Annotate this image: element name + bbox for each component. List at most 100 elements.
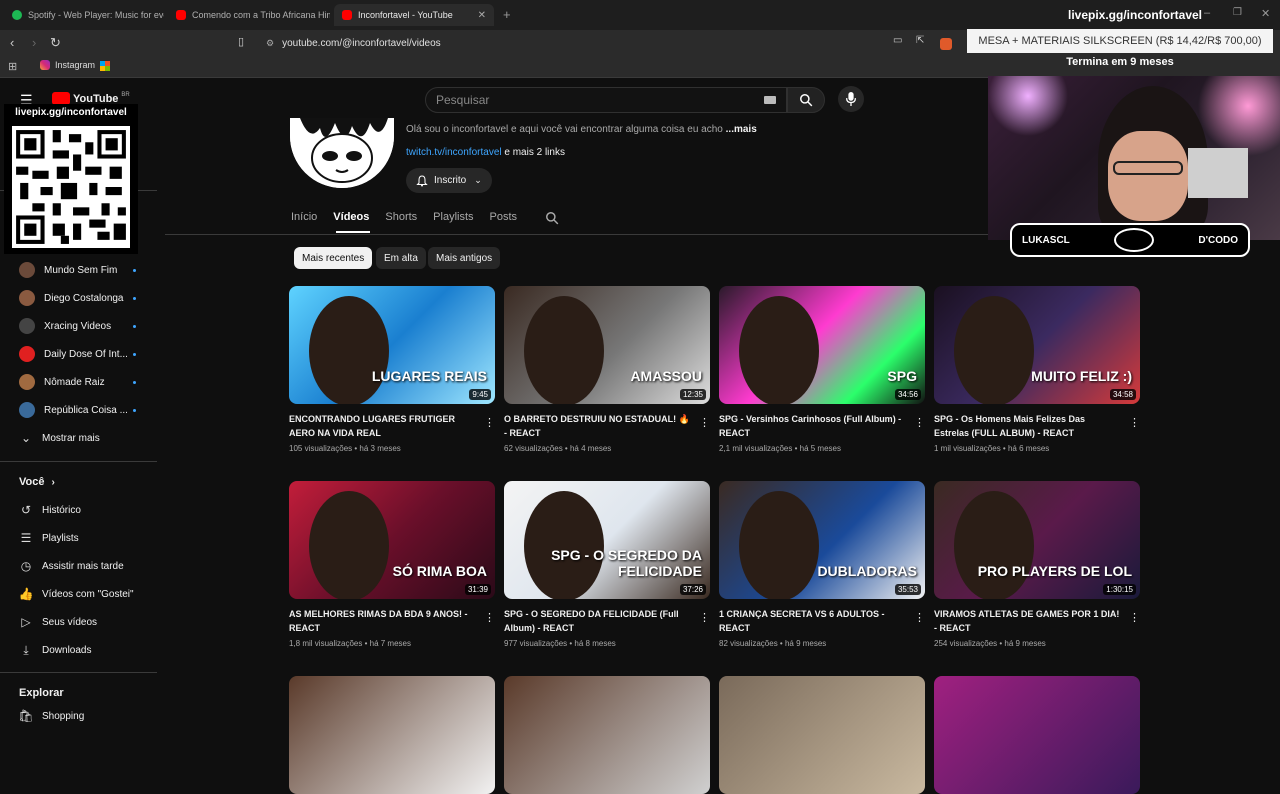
tab-label: Inconfortavel - YouTube	[358, 10, 453, 20]
twitch-link[interactable]: twitch.tv/inconfortavel	[406, 147, 502, 158]
share-icon[interactable]: ⇱	[916, 35, 924, 46]
you-section-header[interactable]: Você ›	[19, 476, 55, 488]
video-title[interactable]: SPG - Os Homens Mais Felizes Das Estrela…	[934, 412, 1120, 440]
video-card[interactable]: SÓ RIMA BOA 31:39 AS MELHORES RIMAS DA B…	[289, 481, 495, 648]
bookmark-icon[interactable]: ▯	[238, 35, 244, 48]
site-info-icon[interactable]: ⚙	[266, 38, 274, 49]
back-icon[interactable]: ‹	[10, 35, 14, 50]
tab-inicio[interactable]: Início	[291, 211, 317, 223]
channel-description[interactable]: Olá sou o inconfortavel e aqui você vai …	[406, 124, 757, 135]
sidebar-subscription-item[interactable]: República Coisa ...	[19, 400, 139, 420]
video-title[interactable]: O BARRETO DESTRUIU NO ESTADUAL! 🔥 - REAC…	[504, 412, 690, 440]
more-options-icon[interactable]: ⋮	[699, 416, 710, 429]
video-thumbnail[interactable]	[289, 676, 495, 794]
video-thumbnail[interactable]: DUBLADORAS 35:53	[719, 481, 925, 599]
more-options-icon[interactable]: ⋮	[484, 611, 495, 624]
video-thumbnail[interactable]	[504, 676, 710, 794]
video-card[interactable]: SPG - O SEGREDO DA FELICIDADE 37:26 SPG …	[504, 481, 710, 648]
chip-em-alta[interactable]: Em alta	[376, 247, 426, 269]
more-options-icon[interactable]: ⋮	[914, 611, 925, 624]
channel-avatar	[19, 402, 35, 418]
sidebar-item[interactable]: ⤓ Downloads	[19, 640, 139, 660]
video-thumbnail[interactable]	[934, 676, 1140, 794]
browser-tab-inconfortavel[interactable]: Inconfortavel - YouTube ✕	[334, 4, 494, 26]
subscribed-button[interactable]: Inscrito ⌄	[406, 168, 492, 193]
more-links[interactable]: e mais 2 links	[504, 147, 565, 158]
new-tab-icon[interactable]: +	[503, 7, 511, 22]
cast-icon[interactable]: ▭	[893, 35, 902, 46]
close-tab-icon[interactable]: ✕	[478, 10, 486, 21]
video-title[interactable]: SPG - O SEGREDO DA FELICIDADE (Full Albu…	[504, 607, 690, 635]
video-card[interactable]: MUITO FELIZ :) 34:58 SPG - Os Homens Mai…	[934, 286, 1140, 453]
show-more-button[interactable]: ⌄ Mostrar mais	[19, 428, 139, 448]
video-card[interactable]: AMASSOU 12:35 O BARRETO DESTRUIU NO ESTA…	[504, 286, 710, 453]
sidebar-subscription-item[interactable]: Diego Costalonga	[19, 288, 139, 308]
video-thumbnail[interactable]: SÓ RIMA BOA 31:39	[289, 481, 495, 599]
apps-grid-icon[interactable]: ⊞	[8, 60, 17, 73]
video-thumbnail[interactable]: SPG - O SEGREDO DA FELICIDADE 37:26	[504, 481, 710, 599]
video-card[interactable]: LUGARES REAIS 9:45 ENCONTRANDO LUGARES F…	[289, 286, 495, 453]
more-options-icon[interactable]: ⋮	[1129, 416, 1140, 429]
logo-text: YouTube	[73, 92, 119, 105]
browser-tab-spotify[interactable]: Spotify - Web Player: Music for every	[4, 4, 164, 26]
tab-shorts[interactable]: Shorts	[385, 211, 417, 223]
sidebar-subscription-item[interactable]: Daily Dose Of Int...	[19, 344, 139, 364]
browser-tab-tribo[interactable]: Comendo com a Tribo Africana Himb	[168, 4, 330, 26]
chip-mais-recentes[interactable]: Mais recentes	[294, 247, 373, 269]
video-card[interactable]: PRO PLAYERS DE LOL 1:30:15 VIRAMOS ATLET…	[934, 481, 1140, 648]
video-title[interactable]: AS MELHORES RIMAS DA BDA 9 ANOS! - REACT	[289, 607, 475, 635]
chip-mais-antigos[interactable]: Mais antigos	[428, 247, 501, 269]
sidebar-subscription-item[interactable]: Mundo Sem Fim	[19, 260, 139, 280]
video-card[interactable]	[934, 676, 1140, 794]
more-options-icon[interactable]: ⋮	[1129, 611, 1140, 624]
search-input[interactable]: Pesquisar	[425, 87, 787, 113]
video-card[interactable]: SPG 34:56 SPG - Versinhos Carinhosos (Fu…	[719, 286, 925, 453]
video-duration: 31:39	[464, 584, 491, 595]
reload-icon[interactable]: ↻	[50, 35, 61, 51]
channel-avatar[interactable]	[290, 118, 394, 188]
channel-search-icon[interactable]	[545, 211, 559, 225]
video-thumbnail[interactable]: SPG 34:56	[719, 286, 925, 404]
video-thumbnail[interactable]	[719, 676, 925, 794]
tab-playlists[interactable]: Playlists	[433, 211, 473, 223]
sidebar-subscription-item[interactable]: Xracing Videos	[19, 316, 139, 336]
sidebar-item-shopping[interactable]: 🛍 Shopping	[18, 706, 139, 726]
forward-icon[interactable]: ›	[32, 35, 36, 50]
more-options-icon[interactable]: ⋮	[699, 611, 710, 624]
video-thumbnail[interactable]: MUITO FELIZ :) 34:58	[934, 286, 1140, 404]
video-title[interactable]: ENCONTRANDO LUGARES FRUTIGER AERO NA VID…	[289, 412, 475, 440]
more-options-icon[interactable]: ⋮	[914, 416, 925, 429]
video-title[interactable]: VIRAMOS ATLETAS DE GAMES POR 1 DIA! - RE…	[934, 607, 1120, 635]
voice-search-button[interactable]	[838, 86, 864, 112]
url-field[interactable]: ⚙ youtube.com/@inconfortavel/videos	[258, 33, 958, 53]
keyboard-icon[interactable]	[764, 96, 776, 104]
video-thumbnail[interactable]: AMASSOU 12:35	[504, 286, 710, 404]
bookmark-instagram[interactable]: Instagram	[40, 60, 95, 70]
video-card[interactable]: DUBLADORAS 35:53 1 CRIANÇA SECRETA VS 6 …	[719, 481, 925, 648]
video-thumbnail[interactable]: LUGARES REAIS 9:45	[289, 286, 495, 404]
close-window-icon[interactable]: ✕	[1261, 7, 1270, 20]
tab-posts[interactable]: Posts	[490, 211, 518, 223]
video-card[interactable]	[504, 676, 710, 794]
sidebar-subscription-item[interactable]: Nômade Raiz	[19, 372, 139, 392]
video-title[interactable]: 1 CRIANÇA SECRETA VS 6 ADULTOS - REACT	[719, 607, 905, 635]
channel-links[interactable]: twitch.tv/inconfortavel e mais 2 links	[406, 147, 565, 158]
sidebar-item[interactable]: ☰ Playlists	[19, 528, 139, 548]
sidebar-item[interactable]: ▷ Seus vídeos	[19, 612, 139, 632]
video-views: 105 visualizações	[289, 444, 353, 453]
clock-icon: ◷	[20, 559, 32, 573]
sidebar-item[interactable]: 👍 Vídeos com "Gostei"	[19, 584, 139, 604]
video-thumbnail[interactable]: PRO PLAYERS DE LOL 1:30:15	[934, 481, 1140, 599]
search-button[interactable]	[787, 87, 825, 113]
sidebar-item[interactable]: ◷ Assistir mais tarde	[19, 556, 139, 576]
brave-shield-icon[interactable]	[940, 38, 952, 50]
sidebar-item[interactable]: ↺ Histórico	[19, 500, 139, 520]
history-icon: ↺	[20, 503, 32, 517]
video-card[interactable]	[719, 676, 925, 794]
video-card[interactable]	[289, 676, 495, 794]
more-options-icon[interactable]: ⋮	[484, 416, 495, 429]
microsoft-icon[interactable]	[100, 61, 110, 71]
description-more-link[interactable]: ...mais	[726, 124, 757, 135]
tab-videos[interactable]: Vídeos	[333, 211, 369, 223]
video-title[interactable]: SPG - Versinhos Carinhosos (Full Album) …	[719, 412, 905, 440]
